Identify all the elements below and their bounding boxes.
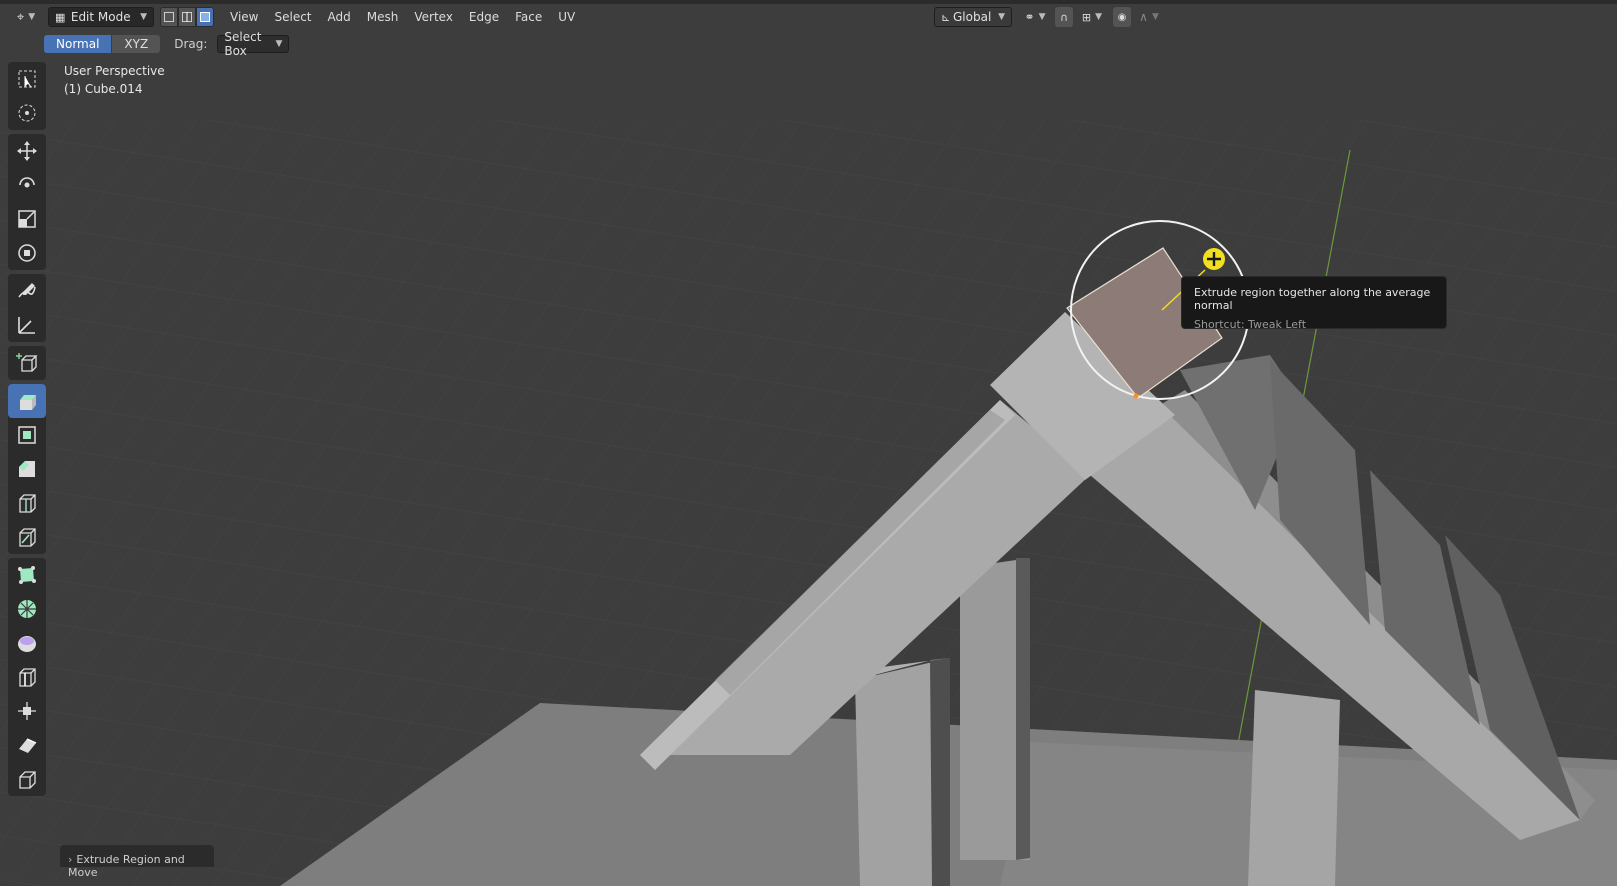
orientation-label: Global: [953, 10, 992, 24]
add-cube-icon[interactable]: [8, 346, 46, 380]
viewport-header: ⌖ ▼ ▦ Edit Mode ▼ View Select Add Mesh Ve…: [0, 4, 1617, 30]
tool-settings-bar: Normal XYZ Drag: Select Box ▼: [44, 30, 290, 58]
orientation-dropdown[interactable]: ⊾ Global ▼: [934, 7, 1012, 27]
3d-viewport[interactable]: [0, 0, 1617, 886]
annotate-icon[interactable]: [8, 274, 46, 308]
transform-icon[interactable]: [8, 236, 46, 270]
snap-toggle[interactable]: ∩: [1055, 7, 1073, 27]
orient-xyz-button[interactable]: XYZ: [112, 35, 161, 53]
select-mode-group: [160, 7, 214, 27]
edge-slide-icon[interactable]: [8, 660, 46, 694]
menu-select[interactable]: Select: [266, 7, 319, 27]
proportional-edit-icon: ◉: [1117, 11, 1127, 23]
tooltip-title: Extrude region together along the averag…: [1194, 286, 1431, 312]
pivot-dropdown[interactable]: ⚭ ▼: [1020, 7, 1050, 27]
vertex-select-icon[interactable]: [160, 7, 178, 27]
menu-uv[interactable]: UV: [550, 7, 583, 27]
falloff-dropdown[interactable]: ∧ ▼: [1134, 7, 1164, 27]
drag-dropdown[interactable]: Select Box ▼: [217, 30, 290, 58]
face-select-icon[interactable]: [196, 7, 214, 27]
snap-icon: ∩: [1059, 10, 1069, 24]
smooth-icon[interactable]: [8, 626, 46, 660]
poly-build-icon[interactable]: [8, 558, 46, 592]
snap-target-icon: ⊞: [1081, 10, 1092, 24]
shear-icon[interactable]: [8, 728, 46, 762]
proportional-edit-toggle[interactable]: ◉: [1113, 7, 1131, 27]
edge-select-icon[interactable]: [178, 7, 196, 27]
orientation-icon: ⊾: [941, 10, 951, 24]
menu-vertex[interactable]: Vertex: [406, 7, 461, 27]
menu-add[interactable]: Add: [320, 7, 359, 27]
pillar-right: [1248, 690, 1340, 886]
select-box-icon[interactable]: [8, 62, 46, 96]
drag-value: Select Box: [224, 30, 262, 58]
header-menus: View Select Add Mesh Vertex Edge Face UV: [222, 7, 583, 27]
menu-edge[interactable]: Edge: [461, 7, 507, 27]
move-icon[interactable]: [8, 134, 46, 168]
pivot-icon: ⚭: [1024, 10, 1035, 24]
toolbar: [8, 62, 46, 800]
menu-face[interactable]: Face: [507, 7, 550, 27]
chevron-right-icon: ›: [68, 853, 73, 866]
loop-cut-icon[interactable]: [8, 486, 46, 520]
falloff-icon: ∧: [1139, 10, 1148, 24]
measure-icon[interactable]: [8, 308, 46, 342]
tooltip-shortcut: Shortcut: Tweak Left: [1194, 318, 1307, 331]
object-name: (1) Cube.014: [64, 82, 143, 96]
scale-icon[interactable]: [8, 202, 46, 236]
view-name: User Perspective: [64, 64, 165, 78]
inset-faces-icon[interactable]: [8, 418, 46, 452]
snap-target-dropdown[interactable]: ⊞ ▼: [1076, 7, 1108, 27]
mode-dropdown[interactable]: ▦ Edit Mode ▼: [48, 7, 154, 27]
orient-normal-button[interactable]: Normal: [44, 35, 112, 53]
knife-icon[interactable]: [8, 520, 46, 554]
cursor-icon[interactable]: [8, 96, 46, 130]
menu-view[interactable]: View: [222, 7, 266, 27]
rip-region-icon[interactable]: [8, 762, 46, 796]
last-operator-panel[interactable]: › Extrude Region and Move: [60, 845, 214, 879]
shrink-fatten-icon[interactable]: [8, 694, 46, 728]
editor-type-button[interactable]: ⌖ ▼: [10, 7, 42, 27]
tooltip: Extrude region together along the averag…: [1181, 276, 1447, 331]
menu-mesh[interactable]: Mesh: [359, 7, 407, 27]
mode-label: Edit Mode: [70, 10, 131, 24]
bevel-icon[interactable]: [8, 452, 46, 486]
editor-type-icon: ⌖: [16, 9, 25, 25]
rotate-icon[interactable]: [8, 168, 46, 202]
mode-icon: ▦: [55, 10, 66, 24]
drag-label: Drag:: [174, 37, 208, 51]
extrude-region-icon[interactable]: [8, 384, 46, 418]
spin-icon[interactable]: [8, 592, 46, 626]
viewport-scene: [0, 0, 1617, 886]
